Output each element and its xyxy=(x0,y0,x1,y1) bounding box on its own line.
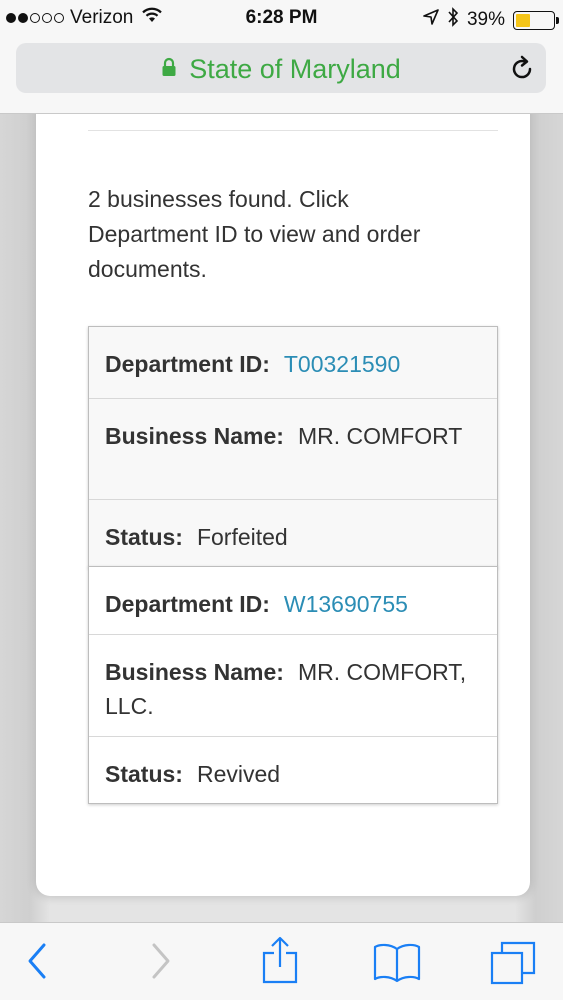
department-id-row: Department ID: T00321590 xyxy=(89,327,497,399)
business-name-label: Business Name: xyxy=(105,659,284,685)
divider xyxy=(88,130,498,131)
back-icon[interactable] xyxy=(24,939,52,988)
business-name-label: Business Name: xyxy=(105,423,284,449)
address-display[interactable]: State of Maryland xyxy=(16,54,546,86)
results-card: 2 businesses found. Click Department ID … xyxy=(36,114,530,896)
lock-icon xyxy=(161,53,177,84)
department-id-row: Department ID: W13690755 xyxy=(89,567,497,635)
department-id-label: Department ID: xyxy=(105,591,270,617)
business-name-row: Business Name: MR. COMFORT, LLC. xyxy=(89,635,497,737)
business-name-value: MR. COMFORT xyxy=(297,423,463,449)
battery-percent: 39% xyxy=(466,9,505,30)
department-id-link[interactable]: W13690755 xyxy=(284,591,408,617)
address-bar[interactable]: State of Maryland xyxy=(16,43,546,93)
bookmarks-icon[interactable] xyxy=(372,941,422,988)
battery-icon xyxy=(513,10,559,30)
status-value: Forfeited xyxy=(196,524,288,550)
department-id-label: Department ID: xyxy=(105,351,270,377)
business-result: Department ID: W13690755 Business Name: MR… xyxy=(88,566,498,804)
reload-icon[interactable] xyxy=(510,55,534,86)
site-title: State of Maryland xyxy=(189,54,401,84)
status-row: Status: Forfeited xyxy=(89,500,497,567)
department-id-link[interactable]: T00321590 xyxy=(284,351,400,377)
status-row: Status: Revived xyxy=(89,737,497,803)
tabs-icon[interactable] xyxy=(490,939,538,990)
business-name-row: Business Name: MR. COMFORT xyxy=(89,399,497,500)
status-label: Status: xyxy=(105,524,183,550)
status-bar: Verizon 6:28 PM 39% xyxy=(0,0,563,36)
location-arrow-icon xyxy=(423,9,439,31)
share-icon[interactable] xyxy=(260,935,300,990)
browser-chrome: State of Maryland xyxy=(0,36,563,114)
business-result: Department ID: T00321590 Business Name: MR… xyxy=(88,326,498,568)
status-value: Revived xyxy=(196,761,281,787)
bottom-toolbar xyxy=(0,922,563,1000)
results-summary: 2 businesses found. Click Department ID … xyxy=(88,186,421,282)
status-label: Status: xyxy=(105,761,183,787)
status-right: 39% xyxy=(423,7,559,33)
forward-icon[interactable] xyxy=(146,939,174,988)
bluetooth-icon xyxy=(447,7,459,33)
web-content: 2 businesses found. Click Department ID … xyxy=(0,114,563,922)
